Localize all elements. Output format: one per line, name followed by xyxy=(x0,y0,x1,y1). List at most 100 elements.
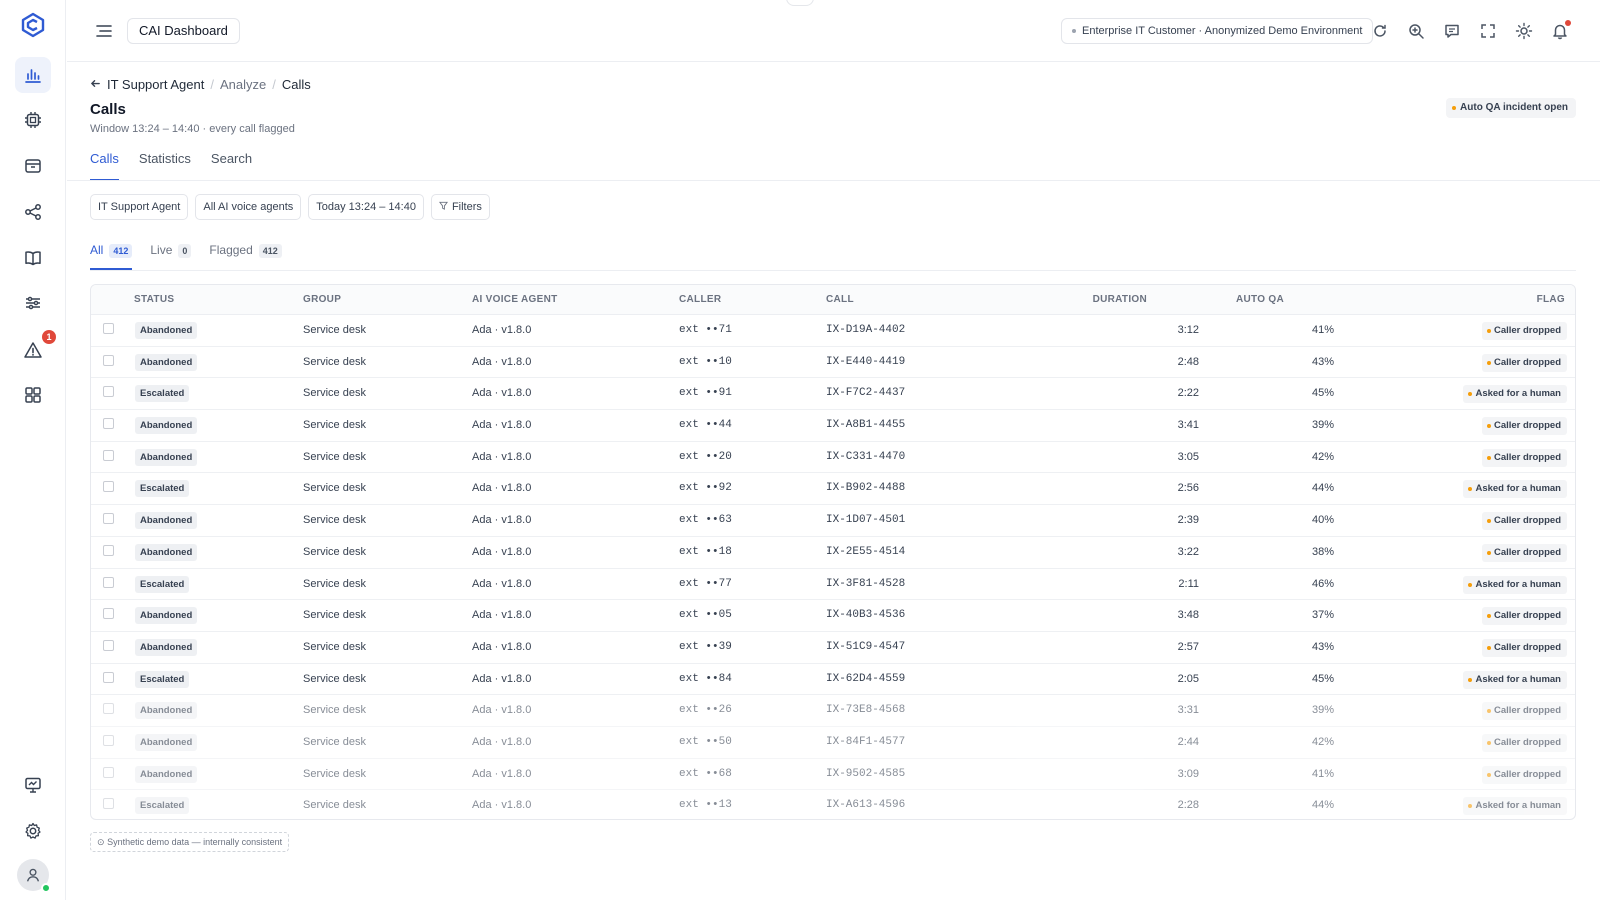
table-row[interactable]: Escalated Service desk Ada · v1.8.0 ext ••9… xyxy=(91,378,1575,411)
alert-icon[interactable]: 1 xyxy=(15,330,56,368)
flag-badge[interactable]: Caller dropped xyxy=(1481,417,1567,436)
column-header-caller[interactable]: CALLER xyxy=(679,294,721,305)
flag-badge[interactable]: Caller dropped xyxy=(1481,543,1567,562)
row-checkbox[interactable] xyxy=(103,671,114,683)
row-checkbox[interactable] xyxy=(103,354,114,366)
call-id-link[interactable]: IX-62D4-4559 xyxy=(826,673,905,685)
column-header-call[interactable]: CALL xyxy=(826,294,854,305)
agent-filter-chip[interactable]: IT Support Agent xyxy=(90,194,189,220)
avatar[interactable] xyxy=(17,859,51,893)
time-range-filter-chip[interactable]: Today 13:24 – 14:40 xyxy=(308,194,424,220)
flag-badge[interactable]: Caller dropped xyxy=(1481,607,1567,626)
flag-badge[interactable]: Asked for a human xyxy=(1463,670,1567,689)
row-checkbox[interactable] xyxy=(103,608,114,620)
archive-icon[interactable] xyxy=(15,148,51,184)
voice-agents-filter-chip[interactable]: All AI voice agents xyxy=(195,194,302,220)
column-header-group[interactable]: GROUP xyxy=(303,294,341,305)
column-header-duration[interactable]: DURATION xyxy=(1093,294,1147,305)
subtab-live[interactable]: Live 0 xyxy=(150,241,192,270)
row-checkbox[interactable] xyxy=(103,798,114,810)
call-id-link[interactable]: IX-1D07-4501 xyxy=(826,514,905,526)
table-row[interactable]: Abandoned Service desk Ada · v1.8.0 ext ••1… xyxy=(91,347,1575,379)
call-id-link[interactable]: IX-A613-4596 xyxy=(826,799,905,811)
tab-statistics[interactable]: Statistics xyxy=(139,151,191,181)
chip-icon[interactable] xyxy=(15,102,51,138)
row-checkbox[interactable] xyxy=(103,576,114,588)
row-checkbox[interactable] xyxy=(103,323,114,334)
table-row[interactable]: Abandoned Service desk Ada · v1.8.0 ext ••2… xyxy=(91,695,1575,727)
table-row[interactable]: Abandoned Service desk Ada · v1.8.0 ext ••5… xyxy=(91,727,1575,759)
environment-selector[interactable]: Enterprise IT Customer · Anonymized Demo… xyxy=(1061,18,1374,44)
table-row[interactable]: Escalated Service desk Ada · v1.8.0 ext ••9… xyxy=(91,473,1575,506)
zoom-in-icon[interactable] xyxy=(1407,22,1425,40)
dashboard-button[interactable]: CAI Dashboard xyxy=(127,18,240,44)
row-checkbox[interactable] xyxy=(103,639,114,651)
flag-badge[interactable]: Asked for a human xyxy=(1463,385,1567,404)
row-checkbox[interactable] xyxy=(103,449,114,461)
flag-badge[interactable]: Caller dropped xyxy=(1481,448,1567,467)
call-id-link[interactable]: IX-E440-4419 xyxy=(826,356,905,368)
monitor-icon[interactable] xyxy=(15,767,51,803)
row-checkbox[interactable] xyxy=(103,544,114,556)
table-row[interactable]: Abandoned Service desk Ada · v1.8.0 ext ••3… xyxy=(91,632,1575,664)
table-row[interactable]: Abandoned Service desk Ada · v1.8.0 ext ••2… xyxy=(91,442,1575,474)
table-row[interactable]: Abandoned Service desk Ada · v1.8.0 ext ••4… xyxy=(91,410,1575,442)
row-checkbox[interactable] xyxy=(103,418,114,430)
call-id-link[interactable]: IX-A8B1-4455 xyxy=(826,419,905,431)
flag-badge[interactable]: Asked for a human xyxy=(1463,480,1567,499)
flag-badge[interactable]: Asked for a human xyxy=(1463,575,1567,594)
call-id-link[interactable]: IX-40B3-4536 xyxy=(826,609,905,621)
call-id-link[interactable]: IX-9502-4585 xyxy=(826,768,905,780)
filters-button[interactable]: Filters xyxy=(430,194,490,220)
tab-calls[interactable]: Calls xyxy=(90,151,119,181)
incident-badge[interactable]: Auto QA incident open xyxy=(1446,98,1576,118)
call-id-link[interactable]: IX-F7C2-4437 xyxy=(826,387,905,399)
call-id-link[interactable]: IX-D19A-4402 xyxy=(826,324,905,336)
menu-icon[interactable] xyxy=(95,22,113,40)
fullscreen-icon[interactable] xyxy=(1479,22,1497,40)
chat-icon[interactable] xyxy=(1443,22,1461,40)
table-row[interactable]: Abandoned Service desk Ada · v1.8.0 ext ••0… xyxy=(91,600,1575,632)
theme-sun-icon[interactable] xyxy=(1515,22,1533,40)
analytics-icon[interactable] xyxy=(15,57,51,93)
flag-badge[interactable]: Asked for a human xyxy=(1463,797,1567,816)
flag-badge[interactable]: Caller dropped xyxy=(1481,638,1567,657)
call-id-link[interactable]: IX-84F1-4577 xyxy=(826,736,905,748)
column-header-status[interactable]: STATUS xyxy=(134,294,174,305)
row-checkbox[interactable] xyxy=(103,386,114,398)
row-checkbox[interactable] xyxy=(103,766,114,778)
flag-badge[interactable]: Caller dropped xyxy=(1481,353,1567,372)
call-id-link[interactable]: IX-C331-4470 xyxy=(826,451,905,463)
column-header-auto-qa[interactable]: AUTO QA xyxy=(1236,294,1284,305)
table-row[interactable]: Abandoned Service desk Ada · v1.8.0 ext ••6… xyxy=(91,505,1575,537)
breadcrumb-analyze-link[interactable]: Analyze xyxy=(220,77,266,92)
table-row[interactable]: Abandoned Service desk Ada · v1.8.0 ext ••6… xyxy=(91,759,1575,791)
subtab-all[interactable]: All 412 xyxy=(90,241,133,270)
flag-badge[interactable]: Caller dropped xyxy=(1481,733,1567,752)
table-row[interactable]: Abandoned Service desk Ada · v1.8.0 ext ••1… xyxy=(91,537,1575,569)
call-id-link[interactable]: IX-3F81-4528 xyxy=(826,578,905,590)
logo-icon[interactable] xyxy=(20,12,46,38)
flag-badge[interactable]: Caller dropped xyxy=(1481,765,1567,784)
call-id-link[interactable]: IX-73E8-4568 xyxy=(826,704,905,716)
breadcrumb-agent-link[interactable]: IT Support Agent xyxy=(107,77,204,92)
table-row[interactable]: Escalated Service desk Ada · v1.8.0 ext ••8… xyxy=(91,664,1575,696)
row-checkbox[interactable] xyxy=(103,481,114,493)
tab-search[interactable]: Search xyxy=(211,151,252,181)
grid-icon[interactable] xyxy=(15,377,51,413)
column-header-voice-agent[interactable]: AI VOICE AGENT xyxy=(472,294,558,305)
share-icon[interactable] xyxy=(15,194,51,230)
call-id-link[interactable]: IX-B902-4488 xyxy=(826,482,905,494)
subtab-flagged[interactable]: Flagged 412 xyxy=(209,241,282,270)
call-id-link[interactable]: IX-51C9-4547 xyxy=(826,641,905,653)
refresh-icon[interactable] xyxy=(1371,22,1389,40)
bell-icon[interactable] xyxy=(1551,20,1571,40)
flag-badge[interactable]: Caller dropped xyxy=(1481,702,1567,721)
back-arrow-icon[interactable] xyxy=(90,77,101,92)
row-checkbox[interactable] xyxy=(103,703,114,715)
flag-badge[interactable]: Caller dropped xyxy=(1481,512,1567,531)
table-row[interactable]: Escalated Service desk Ada · v1.8.0 ext ••7… xyxy=(91,569,1575,601)
row-checkbox[interactable] xyxy=(103,734,114,746)
column-header-flag[interactable]: FLAG xyxy=(1537,294,1565,305)
book-icon[interactable] xyxy=(15,240,51,276)
